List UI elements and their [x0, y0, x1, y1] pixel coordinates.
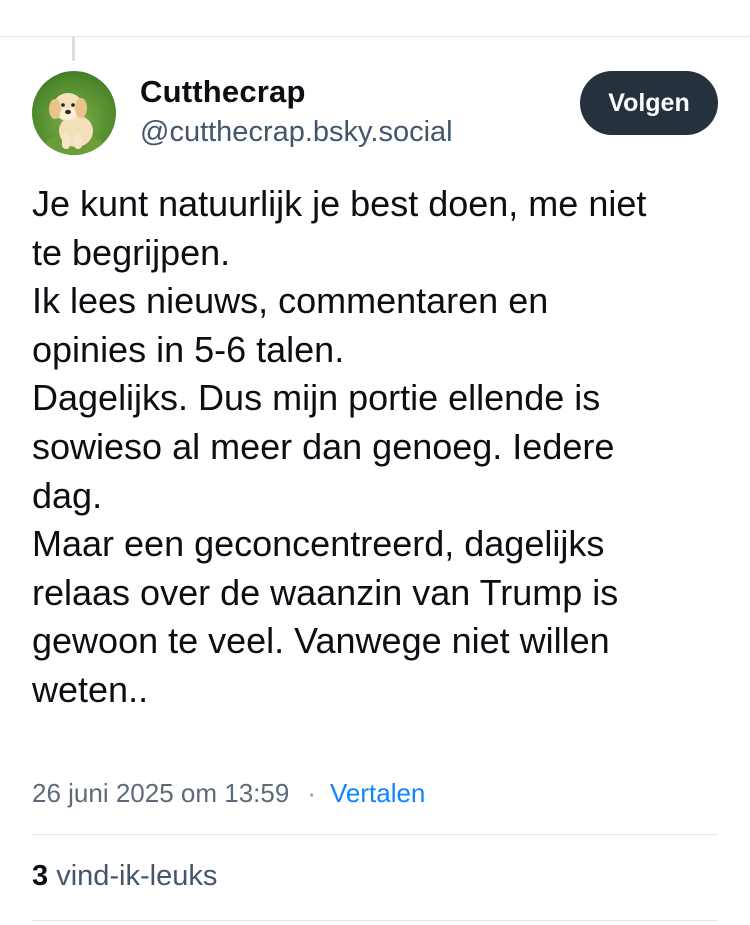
- post-text-line: relaas over de waanzin van Trump is: [32, 571, 619, 613]
- post-text-line: Ik lees nieuws, commentaren en: [32, 280, 549, 322]
- stats-divider-bottom: [32, 920, 718, 921]
- post-thread-view: ⋯: [0, 0, 750, 925]
- likes-label: vind-ik-leuks: [56, 860, 218, 892]
- post-text: Je kunt natuurlijk je best doen, me niet…: [32, 180, 722, 715]
- thread-connector-line: [72, 37, 75, 61]
- more-options-icon[interactable]: ⋯: [668, 0, 704, 4]
- author-avatar[interactable]: [32, 71, 116, 155]
- likes-count: 3: [32, 860, 57, 892]
- post-text-line: Je kunt natuurlijk je best doen, me niet: [32, 183, 647, 224]
- post-text-line: Dagelijks. Dus mijn portie ellende is: [32, 377, 601, 419]
- meta-separator: ·: [307, 778, 316, 808]
- post-timestamp: 26 juni 2025 om 13:59: [32, 778, 290, 808]
- author-handle[interactable]: @cutthecrap.bsky.social: [140, 116, 453, 149]
- stats-divider-top: [32, 834, 718, 835]
- puppy-avatar-icon: [32, 71, 116, 155]
- post-text-line: dag.: [32, 474, 103, 516]
- post-text-line: Maar een geconcentreerd, dagelijks: [32, 523, 605, 565]
- translate-link[interactable]: Vertalen: [330, 778, 425, 809]
- post-text-line: sowieso al meer dan genoeg. Iedere: [32, 425, 615, 467]
- likes-stat[interactable]: 3 vind-ik-leuks: [32, 860, 217, 893]
- post-text-line: gewoon te veel. Vanwege niet willen: [32, 620, 610, 662]
- post-text-line: weten..: [32, 668, 149, 710]
- author-display-name[interactable]: Cutthecrap: [140, 74, 306, 110]
- post-meta: 26 juni 2025 om 13:59 · Vertalen: [32, 778, 425, 809]
- post-text-line: opinies in 5-6 talen.: [32, 328, 345, 370]
- top-divider: [0, 36, 750, 37]
- follow-button[interactable]: Volgen: [580, 71, 718, 135]
- post-text-line: te begrijpen.: [32, 231, 231, 273]
